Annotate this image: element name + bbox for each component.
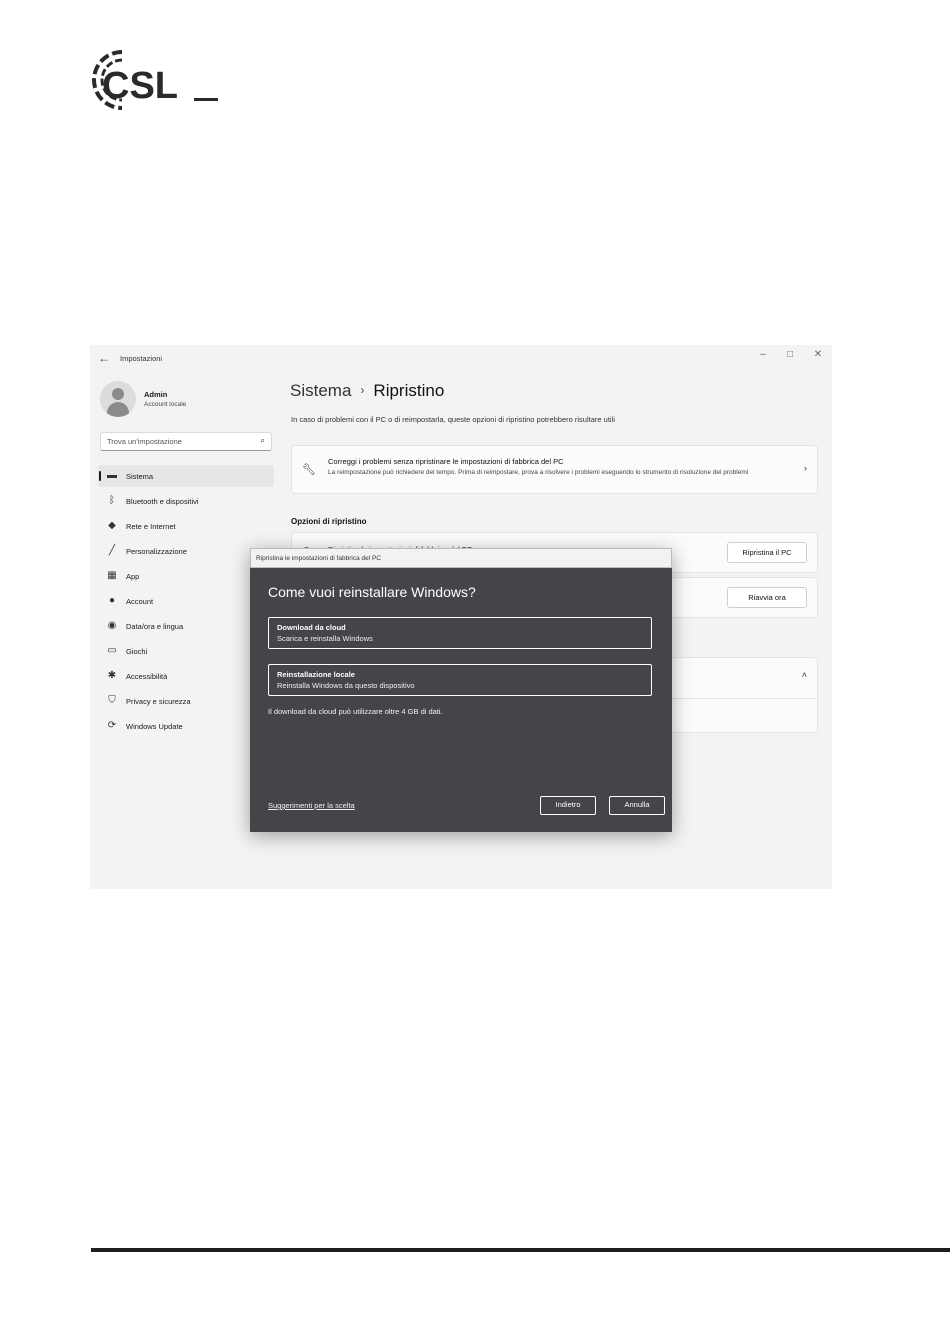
back-button[interactable]: Indietro (540, 796, 596, 815)
option-title: Download da cloud (277, 623, 346, 632)
sidebar-item-giochi[interactable]: ▭ Giochi (98, 640, 274, 662)
data-usage-note: Il download da cloud può utilizzare oltr… (268, 707, 443, 716)
restart-now-button[interactable]: Riavvia ora (727, 587, 807, 608)
csl-logo-icon: CSL (92, 50, 218, 110)
person-icon: ● (108, 595, 116, 606)
sidebar-item-label: Bluetooth e dispositivi (126, 497, 199, 506)
intro-text: In caso di problemi con il PC o di reimp… (291, 415, 615, 424)
sidebar-item-privacy[interactable]: ⛉ Privacy e sicurezza (98, 690, 274, 712)
maximize-button[interactable]: □ (783, 349, 797, 360)
wrench-icon: 🔧︎ (302, 464, 316, 476)
csl-logo: CSL (88, 44, 220, 116)
chevron-right-icon: › (804, 463, 807, 473)
shield-icon: ⛉ (108, 695, 116, 706)
sidebar-item-label: Personalizzazione (126, 547, 187, 556)
help-link[interactable]: Suggerimenti per la scelta (268, 801, 355, 810)
search-icon: ⌕ (260, 436, 265, 445)
sidebar-item-label: Sistema (126, 472, 154, 481)
update-icon: ⟳ (107, 720, 117, 731)
section-heading: Opzioni di ripristino (291, 517, 367, 526)
option-description: Scarica e reinstalla Windows (277, 634, 373, 643)
apps-icon: ▦ (107, 570, 117, 581)
account-type: Account locale (144, 401, 187, 408)
page-title: Ripristino (373, 381, 445, 400)
bluetooth-icon: ᛒ (109, 495, 115, 506)
sidebar-item-app[interactable]: ▦ App (98, 565, 274, 587)
avatar (100, 381, 136, 417)
troubleshoot-card[interactable]: 🔧︎ Correggi i problemi senza ripristinar… (291, 445, 818, 494)
sidebar-item-label: App (126, 572, 140, 581)
option-title: Reinstallazione locale (277, 670, 355, 679)
globe-clock-icon: ◉ (107, 620, 117, 631)
footer-rule (91, 1248, 950, 1252)
title-bar: ← Impostazioni – □ ✕ (90, 345, 832, 373)
chevron-up-icon[interactable]: ˄ (802, 670, 807, 680)
breadcrumb-parent[interactable]: Sistema (290, 381, 351, 400)
sidebar-item-data-ora[interactable]: ◉ Data/ora e lingua (98, 615, 274, 637)
sidebar-item-bluetooth[interactable]: ᛒ Bluetooth e dispositivi (98, 490, 274, 512)
breadcrumb: Sistema › Ripristino (290, 381, 444, 401)
sidebar-item-accessibilita[interactable]: ✱ Accessibilità (98, 665, 274, 687)
sidebar-item-label: Windows Update (126, 722, 183, 731)
user-profile[interactable]: Admin Account locale (100, 381, 270, 421)
dialog-title: Ripristina le impostazioni di fabbrica d… (256, 555, 382, 562)
sidebar-item-label: Giochi (126, 647, 148, 656)
close-button[interactable]: ✕ (811, 349, 825, 360)
back-arrow-icon[interactable]: ← (98, 351, 110, 365)
sidebar-item-label: Accessibilità (126, 672, 168, 681)
wifi-icon: ◆ (108, 520, 116, 531)
sidebar-item-account[interactable]: ● Account (98, 590, 274, 612)
minimize-button[interactable]: – (756, 349, 770, 360)
settings-window: ← Impostazioni – □ ✕ Admin Account local… (90, 345, 832, 889)
brush-icon: ╱ (108, 545, 116, 556)
troubleshoot-title: Correggi i problemi senza ripristinare l… (328, 457, 564, 466)
sidebar-nav: ▬ Sistema ᛒ Bluetooth e dispositivi ◆ Re… (98, 465, 274, 740)
accessibility-icon: ✱ (107, 670, 117, 681)
reset-dialog: Ripristina le impostazioni di fabbrica d… (250, 548, 672, 832)
window-title: Impostazioni (120, 354, 163, 363)
sidebar-item-sistema[interactable]: ▬ Sistema (98, 465, 274, 487)
dialog-title-bar: Ripristina le impostazioni di fabbrica d… (250, 548, 672, 568)
sidebar-item-label: Account (126, 597, 154, 606)
gamepad-icon: ▭ (107, 645, 117, 656)
sidebar-item-label: Data/ora e lingua (126, 622, 184, 631)
reset-pc-button[interactable]: Ripristina il PC (727, 542, 807, 563)
sidebar-item-label: Rete e Internet (126, 522, 176, 531)
svg-text:CSL: CSL (102, 65, 178, 107)
sidebar-item-label: Privacy e sicurezza (126, 697, 191, 706)
breadcrumb-separator: › (360, 383, 365, 397)
system-icon: ▬ (107, 470, 117, 481)
sidebar-item-windows-update[interactable]: ⟳ Windows Update (98, 715, 274, 737)
search-placeholder: Trova un'impostazione (107, 437, 182, 446)
search-input[interactable]: Trova un'impostazione ⌕ (100, 432, 272, 451)
sidebar-item-personalizzazione[interactable]: ╱ Personalizzazione (98, 540, 274, 562)
cancel-button[interactable]: Annulla (609, 796, 665, 815)
option-description: Reinstalla Windows da questo dispositivo (277, 681, 415, 690)
dialog-heading: Come vuoi reinstallare Windows? (268, 584, 476, 600)
sidebar-item-rete[interactable]: ◆ Rete e Internet (98, 515, 274, 537)
troubleshoot-description: La reimpostazione può richiedere del tem… (328, 469, 749, 476)
local-reinstall-option[interactable]: Reinstallazione locale Reinstalla Window… (268, 664, 652, 696)
cloud-download-option[interactable]: Download da cloud Scarica e reinstalla W… (268, 617, 652, 649)
user-name: Admin (144, 390, 168, 399)
